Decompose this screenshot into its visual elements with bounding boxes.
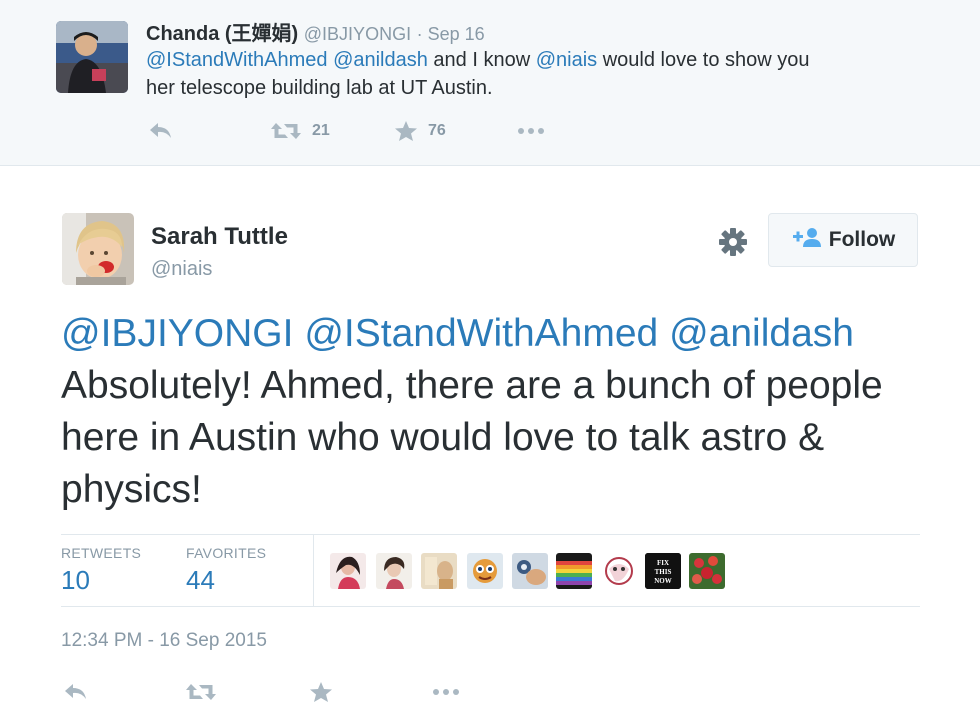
more-icon (516, 120, 546, 142)
divider (313, 535, 314, 606)
favoriter-avatar[interactable] (467, 553, 503, 589)
divider (61, 534, 920, 535)
favorites-stat[interactable]: FAVORITES 44 (186, 545, 266, 596)
tweet-text-segment: Absolutely! Ahmed, there are a bunch of … (61, 364, 883, 511)
author-handle[interactable]: @niais (151, 258, 212, 281)
retweet-icon (270, 120, 302, 142)
parent-author-handle[interactable]: @IBJIYONGI (304, 24, 411, 44)
tweet-actions (61, 679, 481, 709)
favoriter-avatar[interactable]: FIX THIS NOW (645, 553, 681, 589)
divider (61, 606, 920, 607)
retweets-stat[interactable]: RETWEETS 10 (61, 545, 141, 596)
retweet-button[interactable] (185, 681, 217, 703)
favoriter-avatar[interactable] (421, 553, 457, 589)
retweet-count: 21 (312, 122, 330, 139)
settings-button[interactable] (716, 225, 750, 259)
tweet-timestamp[interactable]: 12:34 PM - 16 Sep 2015 (61, 630, 267, 652)
mention-link[interactable]: @IBJIYONGI (61, 312, 293, 355)
favorites-label: FAVORITES (186, 545, 267, 561)
retweet-icon (185, 681, 217, 703)
parent-author-name[interactable]: Chanda (王嬋娟) (146, 23, 298, 45)
mention-link[interactable]: @niais (536, 49, 597, 71)
follow-label: Follow (828, 228, 896, 251)
follow-button[interactable]: Follow (768, 213, 918, 267)
more-button[interactable] (431, 681, 461, 703)
tweet-text: @IBJIYONGI @IStandWithAhmed @anildash Ab… (61, 308, 941, 516)
favoriter-avatar[interactable] (376, 553, 412, 589)
star-icon (309, 681, 333, 703)
more-icon (431, 681, 461, 703)
favorites-value: 44 (186, 565, 215, 595)
favoriter-avatar[interactable] (556, 553, 592, 589)
parent-timestamp[interactable]: · Sep 16 (417, 24, 485, 44)
follow-person-icon (791, 226, 829, 254)
gear-icon (716, 228, 750, 263)
svg-text:NOW: NOW (654, 577, 672, 585)
parent-actions: 21 76 (146, 118, 566, 146)
mention-link[interactable]: @IStandWithAhmed (146, 49, 328, 71)
mention-link[interactable]: @anildash (669, 312, 854, 355)
favoriter-avatar[interactable] (330, 553, 366, 589)
author-avatar[interactable] (62, 213, 134, 285)
parent-header: Chanda (王嬋娟) @IBJIYONGI · Sep 16 (146, 17, 485, 46)
svg-text:FIX: FIX (657, 559, 669, 567)
parent-tweet[interactable]: Chanda (王嬋娟) @IBJIYONGI · Sep 16 @IStand… (0, 0, 980, 166)
author-name[interactable]: Sarah Tuttle (151, 223, 288, 251)
retweets-label: RETWEETS (61, 545, 142, 561)
reply-icon (148, 120, 174, 142)
retweets-value: 10 (61, 565, 90, 595)
retweet-button[interactable]: 21 (270, 120, 330, 142)
favorite-button[interactable] (309, 681, 333, 703)
mention-link[interactable]: @anildash (333, 49, 428, 71)
parent-avatar[interactable] (56, 21, 128, 93)
more-button[interactable] (516, 120, 546, 142)
reply-icon (63, 681, 89, 703)
tweet-text-segment: her telescope building lab at UT Austin. (146, 77, 493, 99)
svg-text:THIS: THIS (655, 568, 672, 576)
tweet-text-segment: and I know (427, 49, 536, 71)
star-icon (394, 120, 418, 142)
favorite-count: 76 (428, 122, 446, 139)
favoriter-avatar[interactable] (601, 553, 637, 589)
reply-button[interactable] (63, 681, 89, 703)
mention-link[interactable]: @IStandWithAhmed (304, 312, 658, 355)
parent-tweet-text: @IStandWithAhmed @anildash and I know @n… (146, 46, 946, 102)
tweet-text-segment: would love to show you (597, 49, 810, 71)
reply-button[interactable] (148, 120, 174, 142)
favoriter-avatar[interactable] (689, 553, 725, 589)
favoriter-avatar[interactable] (512, 553, 548, 589)
favorite-button[interactable]: 76 (394, 120, 446, 142)
